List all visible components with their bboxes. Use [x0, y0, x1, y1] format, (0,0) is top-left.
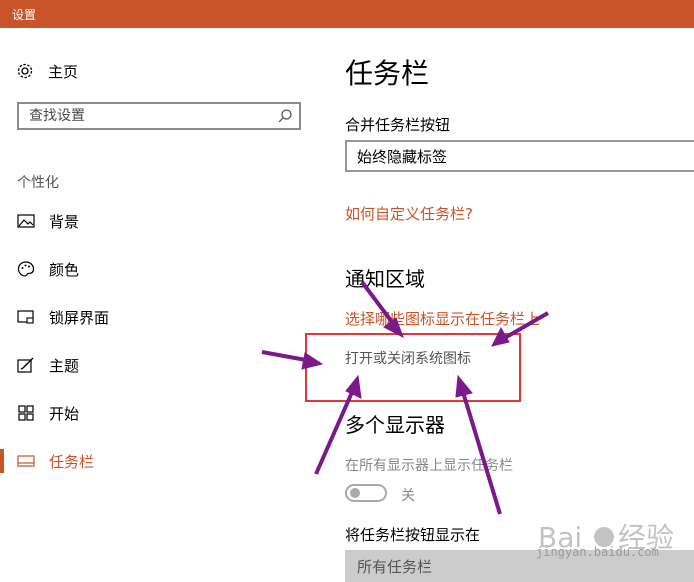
customize-taskbar-link[interactable]: 如何自定义任务栏? — [345, 203, 473, 224]
select-icons-link[interactable]: 选择哪些图标显示在任务栏上 — [345, 308, 540, 329]
sidebar-item-background[interactable]: 背景 — [0, 206, 330, 236]
sidebar-item-label: 背景 — [49, 212, 80, 231]
sidebar: 主页 个性化 背景 颜色 锁屏界面 主题 开始 — [0, 28, 330, 578]
combine-buttons-value: 始终隐藏标签 — [357, 147, 448, 166]
active-indicator — [0, 449, 4, 473]
highlight-box — [305, 333, 521, 402]
show-on-all-displays-toggle[interactable] — [345, 484, 387, 502]
sidebar-item-label: 颜色 — [49, 260, 80, 279]
combine-buttons-dropdown[interactable]: 始终隐藏标签 — [345, 140, 694, 172]
sidebar-item-label: 锁屏界面 — [49, 308, 110, 327]
toggle-state-label: 关 — [401, 488, 415, 504]
watermark-url: jingyan.baidu.com — [536, 545, 659, 559]
combine-buttons-label: 合并任务栏按钮 — [345, 116, 451, 134]
search-input[interactable] — [19, 108, 269, 124]
image-icon — [17, 212, 35, 230]
sidebar-item-label: 任务栏 — [49, 452, 95, 471]
theme-icon — [17, 356, 35, 374]
page-title: 任务栏 — [345, 57, 430, 90]
home-label: 主页 — [48, 62, 79, 81]
lock-screen-icon — [17, 308, 35, 326]
show-buttons-on-value: 所有任务栏 — [357, 557, 433, 576]
start-icon — [17, 404, 35, 422]
title-bar: 设置 — [0, 0, 694, 28]
sidebar-item-lock-screen[interactable]: 锁屏界面 — [0, 302, 330, 332]
notification-area-title: 通知区域 — [345, 267, 425, 291]
sidebar-item-themes[interactable]: 主题 — [0, 350, 330, 380]
sidebar-item-label: 开始 — [49, 404, 80, 423]
main-content: 任务栏 合并任务栏按钮 始终隐藏标签 如何自定义任务栏? 通知区域 选择哪些图标… — [330, 28, 694, 582]
show-on-all-displays-label: 在所有显示器上显示任务栏 — [345, 458, 513, 474]
sidebar-item-label: 主题 — [49, 356, 80, 375]
section-header-personalization: 个性化 — [17, 175, 59, 191]
home-nav-item[interactable]: 主页 — [16, 60, 78, 82]
multiple-displays-title: 多个显示器 — [345, 413, 445, 437]
palette-icon — [17, 260, 35, 278]
gear-icon — [16, 62, 34, 80]
sidebar-item-taskbar[interactable]: 任务栏 — [0, 446, 330, 476]
show-buttons-on-label: 将任务栏按钮显示在 — [345, 526, 481, 544]
taskbar-icon — [17, 452, 35, 470]
search-icon[interactable] — [277, 108, 293, 124]
sidebar-item-colors[interactable]: 颜色 — [0, 254, 330, 284]
search-box[interactable] — [17, 102, 301, 130]
sidebar-item-start[interactable]: 开始 — [0, 398, 330, 428]
window-title: 设置 — [12, 8, 37, 22]
toggle-knob — [350, 488, 360, 498]
